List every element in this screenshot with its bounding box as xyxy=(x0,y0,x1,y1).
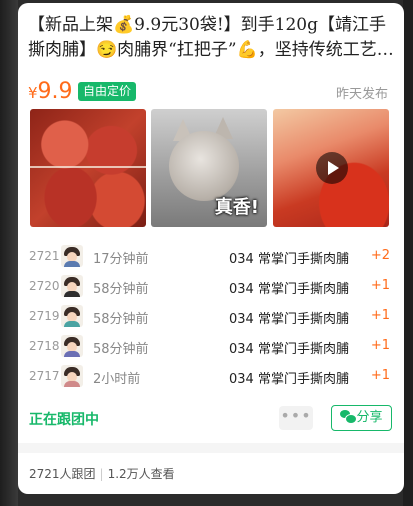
order-time: 58分钟前 xyxy=(93,342,149,357)
avatar xyxy=(61,305,83,327)
posted-time: 昨天发布 xyxy=(335,87,388,102)
photo-jerky[interactable] xyxy=(30,109,146,227)
avatar xyxy=(61,245,83,267)
order-item: 034 常掌门手撕肉脯 xyxy=(229,342,349,357)
pricing-badge: 自由定价 xyxy=(78,82,137,101)
order-quantity: +1 xyxy=(370,368,390,383)
order-number: 2719 xyxy=(29,309,60,323)
order-item: 034 常掌门手撕肉脯 xyxy=(229,312,349,327)
order-time: 2小时前 xyxy=(93,372,141,387)
avatar xyxy=(61,275,83,297)
order-number: 2717 xyxy=(29,369,60,383)
photo-divider xyxy=(30,166,146,168)
order-row[interactable]: 2721 17分钟前 034 常掌门手撕肉脯 +2 xyxy=(18,243,404,273)
background-edge-right xyxy=(403,0,413,506)
price-row: ¥9.9 自由定价 昨天发布 xyxy=(28,79,394,105)
cat-head xyxy=(169,131,239,201)
price-value: 9.9 xyxy=(37,79,73,104)
order-item: 034 常掌门手撕肉脯 xyxy=(229,282,349,297)
play-icon[interactable] xyxy=(316,152,348,184)
order-row[interactable]: 2717 2小时前 034 常掌门手撕肉脯 +1 xyxy=(18,363,404,393)
avatar xyxy=(61,365,83,387)
order-quantity: +1 xyxy=(370,338,390,353)
share-button[interactable]: 分享 xyxy=(331,405,392,431)
order-number: 2720 xyxy=(29,279,60,293)
price: ¥9.9 xyxy=(28,79,73,104)
group-buy-card[interactable]: 【新品上架💰9.9元30袋!】到手120g【靖江手撕肉脯】😏肉脯界“扛把子”💪，… xyxy=(18,3,404,494)
order-row[interactable]: 2718 58分钟前 034 常掌门手撕肉脯 +1 xyxy=(18,333,404,363)
order-item: 034 常掌门手撕肉脯 xyxy=(229,372,349,387)
photo-cat[interactable]: 真香! xyxy=(151,109,267,227)
photo-caption: 真香! xyxy=(214,197,259,218)
order-number: 2718 xyxy=(29,339,60,353)
divider xyxy=(18,443,404,453)
video-thumbnail[interactable] xyxy=(273,109,389,227)
order-time: 58分钟前 xyxy=(93,312,149,327)
post-title[interactable]: 【新品上架💰9.9元30袋!】到手120g【靖江手撕肉脯】😏肉脯界“扛把子”💪，… xyxy=(28,13,394,63)
order-time: 58分钟前 xyxy=(93,282,149,297)
order-quantity: +2 xyxy=(370,248,390,263)
avatar xyxy=(61,335,83,357)
order-row[interactable]: 2720 58分钟前 034 常掌门手撕肉脯 +1 xyxy=(18,273,404,303)
price-symbol: ¥ xyxy=(28,84,38,102)
group-status: 正在跟团中 xyxy=(29,412,99,428)
joined-count: 2721人跟团 xyxy=(29,467,96,481)
order-time: 17分钟前 xyxy=(93,252,149,267)
wechat-icon xyxy=(340,410,358,424)
order-quantity: +1 xyxy=(370,278,390,293)
stats-footer: 2721人跟团 | 1.2万人查看 xyxy=(29,465,175,482)
order-row[interactable]: 2719 58分钟前 034 常掌门手撕肉脯 +1 xyxy=(18,303,404,333)
separator: | xyxy=(99,467,104,481)
order-number: 2721 xyxy=(29,249,60,263)
share-label: 分享 xyxy=(356,410,383,425)
background-edge xyxy=(0,0,18,506)
view-count: 1.2万人查看 xyxy=(107,467,175,481)
photo-gallery: 真香! xyxy=(28,109,392,227)
order-item: 034 常掌门手撕肉脯 xyxy=(229,252,349,267)
order-quantity: +1 xyxy=(370,308,390,323)
more-button[interactable]: ••• xyxy=(279,406,313,430)
order-list: 2721 17分钟前 034 常掌门手撕肉脯 +2 2720 58分钟前 034… xyxy=(18,243,404,393)
